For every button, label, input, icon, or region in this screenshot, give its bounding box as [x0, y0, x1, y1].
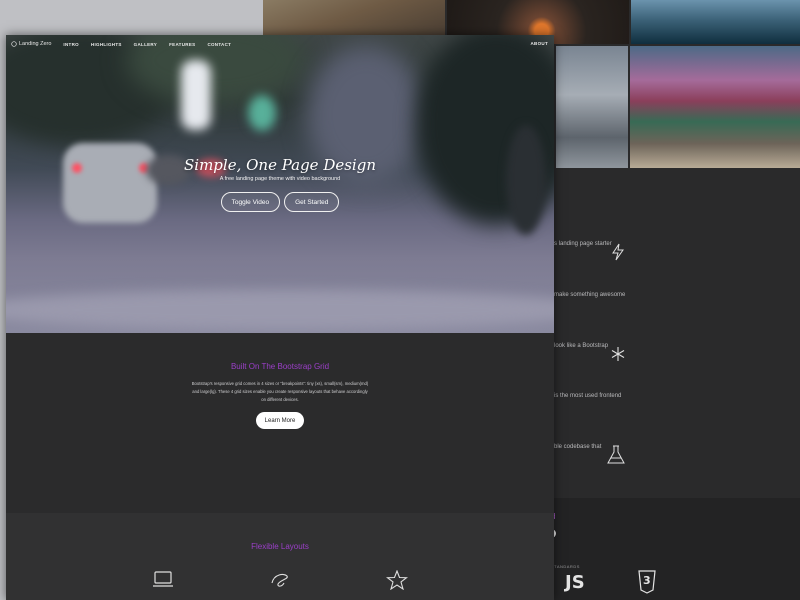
nav-item-features[interactable]: FEATURES: [169, 42, 195, 47]
hero-title: Simple, One Page Design: [184, 156, 376, 174]
brand[interactable]: Landing Zero: [11, 41, 51, 47]
gallery-image-lake[interactable]: [631, 0, 800, 44]
sass-icon: [271, 573, 288, 587]
css3-number: 3: [643, 574, 651, 587]
toggle-video-button[interactable]: Toggle Video: [220, 192, 281, 212]
get-started-button[interactable]: Get Started: [284, 192, 340, 212]
js-icon: JS: [565, 572, 585, 593]
learn-more-button[interactable]: Learn More: [256, 412, 304, 429]
nav-item-about[interactable]: ABOUT: [531, 41, 549, 46]
standards-label: STANDARDS: [551, 564, 580, 569]
feature-text: ble codebase that: [554, 444, 602, 450]
feature-text: s landing page starter: [554, 241, 612, 247]
gallery-image-street[interactable]: [556, 46, 628, 168]
technologies-section: d STANDARDS JS 3: [547, 498, 800, 600]
bg-sign: [248, 95, 276, 131]
flask-icon: [607, 445, 625, 464]
hero-subtitle: A free landing page theme with video bac…: [219, 176, 341, 182]
star-icon: [386, 570, 408, 590]
feature-text: look like a Bootstrap: [554, 343, 609, 349]
lightning-icon: [612, 243, 624, 261]
bg-crosswalk: [6, 290, 554, 330]
navbar: Landing Zero INTRO HIGHLIGHTS GALLERY FE…: [6, 35, 554, 53]
section-text: Bootstrap's responsive grid comes in 4 s…: [191, 381, 369, 402]
bootstrap-grid-section: Built On The Bootstrap Grid Bootstrap's …: [6, 333, 554, 513]
nav-item-intro[interactable]: INTRO: [63, 42, 79, 47]
logo-icon: [11, 41, 17, 47]
nav-item-highlights[interactable]: HIGHLIGHTS: [91, 42, 122, 47]
bg-sign: [181, 60, 211, 130]
nav-links: INTRO HIGHLIGHTS GALLERY FEATURES CONTAC…: [63, 42, 243, 47]
hero-buttons: Toggle Video Get Started: [6, 192, 554, 212]
hero-section: Landing Zero INTRO HIGHLIGHTS GALLERY FE…: [6, 35, 554, 333]
snowflake-icon: [611, 347, 625, 361]
nav-item-contact[interactable]: CONTACT: [207, 42, 231, 47]
section-title: Flexible Layouts: [251, 542, 309, 551]
feature-text: make something awesome: [554, 292, 626, 298]
laptop-icon: [153, 571, 173, 587]
brand-name: Landing Zero: [19, 41, 52, 47]
gallery-image-market[interactable]: [630, 46, 800, 168]
gallery-image-people[interactable]: [263, 0, 445, 36]
landing-page: Landing Zero INTRO HIGHLIGHTS GALLERY FE…: [6, 35, 554, 600]
flexible-layouts-section: Flexible Layouts: [6, 513, 554, 600]
nav-item-gallery[interactable]: GALLERY: [134, 42, 157, 47]
section-title: Built On The Bootstrap Grid: [230, 362, 330, 371]
feature-text: is the most used frontend: [554, 393, 622, 399]
